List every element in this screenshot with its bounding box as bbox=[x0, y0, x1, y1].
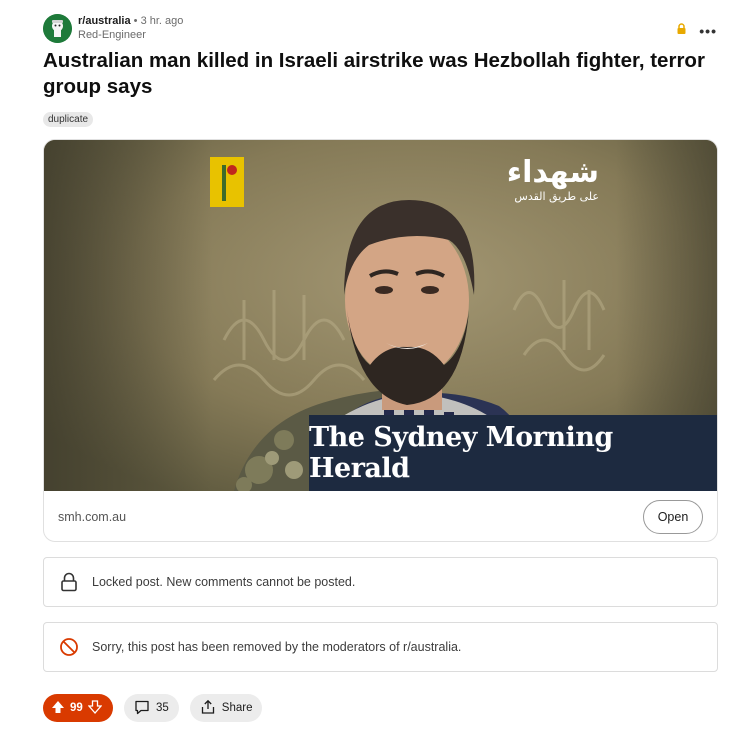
comment-count: 35 bbox=[156, 702, 169, 714]
downvote-icon[interactable] bbox=[87, 699, 103, 717]
post-container: r/australia • 3 hr. ago Red-Engineer •••… bbox=[0, 0, 751, 738]
subreddit-link[interactable]: r/australia bbox=[78, 15, 131, 27]
subreddit-line: r/australia • 3 hr. ago bbox=[78, 14, 183, 28]
removed-notice-text: Sorry, this post has been removed by the… bbox=[92, 640, 462, 654]
article-thumbnail[interactable]: شهداء على طريق القدس The Sydney Morning … bbox=[44, 140, 717, 491]
link-card-footer: smh.com.au Open bbox=[44, 491, 717, 541]
author-link[interactable]: Red-Engineer bbox=[78, 28, 183, 42]
publisher-watermark: The Sydney Morning Herald bbox=[309, 422, 613, 484]
locked-notice: Locked post. New comments cannot be post… bbox=[43, 557, 718, 607]
padlock-icon bbox=[59, 572, 79, 592]
lock-icon bbox=[676, 22, 687, 40]
vote-control: 99 bbox=[43, 694, 113, 722]
post-header-icons: ••• bbox=[676, 22, 717, 40]
image-arabic-title: شهداء bbox=[506, 155, 599, 190]
link-card[interactable]: شهداء على طريق القدس The Sydney Morning … bbox=[43, 139, 718, 542]
upvote-icon[interactable] bbox=[51, 700, 65, 717]
comment-icon bbox=[134, 699, 150, 718]
image-arabic-caption: شهداء على طريق القدس bbox=[499, 156, 599, 204]
share-label: Share bbox=[221, 702, 253, 714]
prohibited-icon bbox=[59, 637, 79, 657]
post-time: 3 hr. ago bbox=[140, 15, 184, 27]
meta-text: r/australia • 3 hr. ago Red-Engineer bbox=[78, 14, 183, 42]
open-link-button[interactable]: Open bbox=[643, 500, 703, 534]
post-flair[interactable]: duplicate bbox=[43, 112, 94, 127]
share-icon bbox=[200, 699, 216, 718]
removed-notice: Sorry, this post has been removed by the… bbox=[43, 622, 718, 672]
post-meta: r/australia • 3 hr. ago Red-Engineer bbox=[43, 14, 183, 44]
subreddit-avatar[interactable] bbox=[43, 14, 72, 43]
share-button[interactable]: Share bbox=[189, 694, 263, 722]
subreddit-logo-icon bbox=[43, 14, 72, 43]
locked-notice-text: Locked post. New comments cannot be post… bbox=[92, 575, 356, 589]
more-icon[interactable]: ••• bbox=[699, 24, 717, 38]
comments-button[interactable]: 35 bbox=[124, 694, 179, 722]
vote-count: 99 bbox=[70, 702, 83, 714]
post-title[interactable]: Australian man killed in Israeli airstri… bbox=[43, 48, 723, 100]
meta-separator: • bbox=[133, 15, 138, 27]
link-domain[interactable]: smh.com.au bbox=[58, 510, 126, 524]
post-action-bar: 99 35 Share bbox=[43, 694, 263, 722]
image-arabic-subtitle: على طريق القدس bbox=[514, 190, 599, 203]
